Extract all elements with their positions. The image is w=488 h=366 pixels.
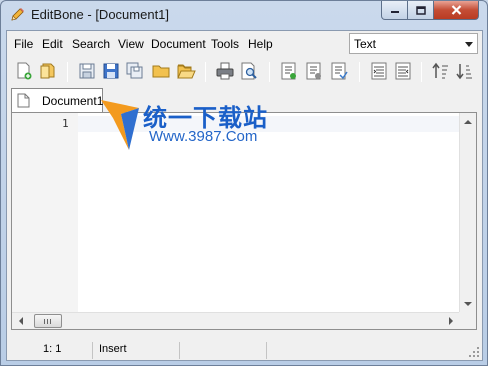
client-area: File Edit Search View Document Tools Hel… <box>6 30 483 361</box>
watermark-logo: 统一下载站 Www.3987.Com <box>99 96 289 156</box>
resize-grip-icon[interactable] <box>468 346 480 358</box>
toolbar-separator <box>421 62 422 82</box>
watermark-url: Www.3987.Com <box>149 128 258 145</box>
folder-open-icon[interactable] <box>176 61 196 81</box>
watermark-arrow-icon <box>101 100 139 150</box>
toolbar-separator <box>67 62 68 82</box>
scroll-right-icon[interactable] <box>449 317 453 325</box>
tab-document1[interactable]: Document1 <box>11 88 103 112</box>
grip-icon <box>44 319 53 324</box>
toolbar-separator <box>359 62 360 82</box>
toolbar <box>7 58 482 86</box>
vertical-scrollbar[interactable] <box>459 113 476 313</box>
status-cell-empty <box>181 342 267 359</box>
minimize-icon <box>390 11 399 13</box>
menu-document[interactable]: Document <box>151 37 206 51</box>
align-right-icon[interactable] <box>393 61 413 81</box>
insert-mode: Insert <box>99 343 127 355</box>
save-icon[interactable] <box>77 61 97 81</box>
pencil-icon <box>11 8 24 21</box>
sort-descending-icon[interactable] <box>455 61 475 81</box>
scroll-down-icon[interactable] <box>464 302 472 306</box>
window-title: EditBone - [Document1] <box>31 7 170 22</box>
outdent-icon[interactable] <box>304 61 324 81</box>
document-icon <box>17 93 30 108</box>
print-preview-icon[interactable] <box>239 61 259 81</box>
chevron-down-icon[interactable] <box>465 42 473 47</box>
save-all-icon[interactable] <box>125 61 145 81</box>
cursor-position: 1: 1 <box>43 343 62 355</box>
menu-bar: File Edit Search View Document Tools Hel… <box>7 31 482 57</box>
horizontal-scrollbar[interactable] <box>12 312 460 329</box>
menu-search[interactable]: Search <box>72 37 110 51</box>
save-as-icon[interactable] <box>101 61 121 81</box>
scroll-up-icon[interactable] <box>464 120 472 124</box>
syntax-dropdown-value: Text <box>354 37 377 51</box>
menu-edit[interactable]: Edit <box>42 37 63 51</box>
menu-help[interactable]: Help <box>248 37 273 51</box>
title-bar[interactable]: EditBone - [Document1] <box>1 1 487 29</box>
status-bar: 1: 1 Insert <box>7 340 482 360</box>
scrollbar-thumb[interactable] <box>34 314 62 328</box>
toggle-comment-icon[interactable] <box>329 61 349 81</box>
syntax-dropdown[interactable]: Text <box>349 33 478 54</box>
app-window: EditBone - [Document1] File Edit Search … <box>0 0 488 366</box>
scrollbar-corner <box>459 312 476 329</box>
menu-tools[interactable]: Tools <box>211 37 239 51</box>
tab-label: Document1 <box>42 94 104 108</box>
indent-icon[interactable] <box>279 61 299 81</box>
open-folder-icon[interactable] <box>38 61 58 81</box>
maximize-icon <box>415 5 426 15</box>
caption-buttons <box>381 1 479 20</box>
align-left-icon[interactable] <box>369 61 389 81</box>
line-number: 1 <box>62 117 69 130</box>
close-icon <box>451 5 461 15</box>
line-number-gutter: 1 <box>12 113 78 313</box>
print-icon[interactable] <box>215 61 235 81</box>
maximize-button[interactable] <box>408 1 434 20</box>
minimize-button[interactable] <box>381 1 408 20</box>
scroll-left-icon[interactable] <box>19 317 23 325</box>
toolbar-separator <box>269 62 270 82</box>
folder-icon[interactable] <box>151 61 171 81</box>
sort-ascending-icon[interactable] <box>431 61 451 81</box>
close-button[interactable] <box>434 1 479 20</box>
menu-view[interactable]: View <box>118 37 144 51</box>
menu-file[interactable]: File <box>14 37 33 51</box>
toolbar-separator <box>205 62 206 82</box>
new-document-icon[interactable] <box>14 61 34 81</box>
